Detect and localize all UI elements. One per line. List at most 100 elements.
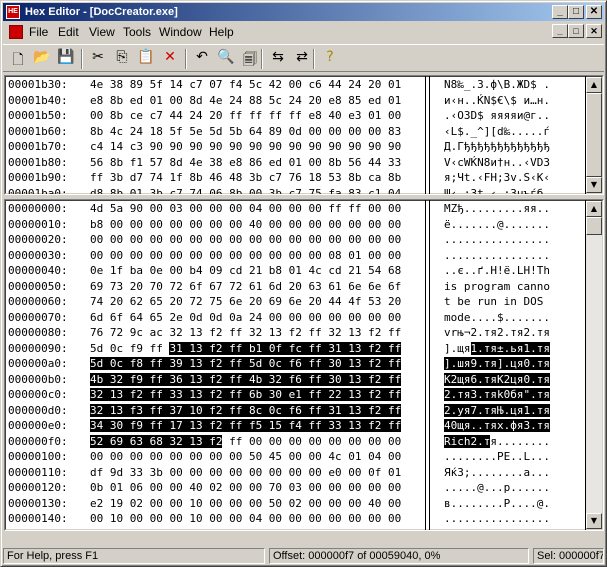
row-hex-bytes[interactable]: 00 10 00 00 00 10 00 00 04 00 00 00 00 0… (90, 511, 401, 527)
row-hex-bytes[interactable]: 69 73 20 70 72 6f 67 72 61 6d 20 63 61 6… (90, 279, 401, 295)
row-ascii[interactable]: .....@...p...... (444, 480, 550, 496)
row-offset: 00000010: (8, 217, 68, 231)
row-ascii[interactable]: Ш‹.;Зt.‹.;Зuъѓб. (444, 186, 550, 195)
document-icon[interactable] (9, 25, 23, 39)
status-offset: Offset: 000000f7 of 00059040, 0% (269, 548, 529, 564)
bottom-pane-scrollbar[interactable]: ▲ ▼ (586, 201, 602, 529)
row-hex-bytes[interactable]: 04 00 00 00 00 00 00 00 00 c0 05 00 00 1… (90, 527, 401, 531)
row-hex-bytes[interactable]: 4b 32 f9 ff 36 13 f2 ff 4b 32 f6 ff 30 1… (90, 372, 402, 388)
menu-help[interactable]: Help (209, 25, 234, 39)
row-ascii[interactable]: ].щя1.тя±.ья1.тя (444, 341, 550, 357)
row-hex-bytes[interactable]: 34 30 f9 ff 17 13 f2 ff f5 15 f4 ff 33 1… (90, 418, 402, 434)
scroll-down-button[interactable]: ▼ (586, 177, 602, 193)
row-ascii[interactable]: Яќ3;........а... (444, 465, 550, 481)
hex-view-top-pane[interactable]: 00001b30: 4e 38 89 5f 14 c7 07 f4 5c 42 0… (4, 75, 604, 195)
row-ascii[interactable]: .........А...... (444, 527, 550, 531)
row-hex-bytes[interactable]: 56 8b f1 57 8d 4e 38 e8 86 ed 01 00 8b 5… (90, 155, 401, 171)
new-icon[interactable]: 🗋 (7, 49, 29, 69)
row-ascii[interactable]: mode....$....... (444, 310, 550, 326)
row-hex-bytes[interactable]: 5d 0c f8 ff 39 13 f2 ff 5d 0c f6 ff 30 1… (90, 356, 402, 372)
title-bar[interactable]: HE Hex Editor - [DocCreator.exe] _ □ ✕ (3, 3, 604, 21)
delete-icon[interactable]: ✕ (159, 49, 181, 69)
row-ascii[interactable]: ё.......@....... (444, 217, 550, 233)
row-hex-bytes[interactable]: c4 14 c3 90 90 90 90 90 90 90 90 90 90 9… (90, 139, 401, 155)
row-hex-bytes[interactable]: e8 8b ed 01 00 8d 4e 24 88 5c 24 20 e8 8… (90, 93, 401, 109)
menu-tools[interactable]: Tools (123, 25, 151, 39)
row-hex-bytes[interactable]: ff 3b d7 74 1f 8b 46 48 3b c7 76 18 53 8… (90, 170, 401, 186)
row-ascii[interactable]: ................ (444, 511, 550, 527)
row-ascii[interactable]: Rich2.тя........ (444, 434, 550, 450)
export-icon[interactable]: ⇆ (267, 49, 289, 69)
row-hex-bytes[interactable]: b8 00 00 00 00 00 00 00 40 00 00 00 00 0… (90, 217, 401, 233)
hex-view-bottom-pane[interactable]: 00000000: 4d 5a 90 00 03 00 00 00 04 00 0… (4, 199, 604, 531)
row-hex-bytes[interactable]: 00 8b ce c7 44 24 20 ff ff ff ff e8 40 e… (90, 108, 401, 124)
row-hex-bytes[interactable]: 76 72 9c ac 32 13 f2 ff 32 13 f2 ff 32 1… (90, 325, 401, 341)
mdi-minimize-button[interactable]: _ (552, 24, 568, 38)
scroll-up-button[interactable]: ▲ (586, 77, 602, 93)
row-ascii[interactable]: MZђ.........яя.. (444, 201, 550, 217)
paste-icon[interactable]: 📋 (135, 49, 157, 69)
row-hex-bytes[interactable]: 52 69 63 68 32 13 f2 ff 00 00 00 00 00 0… (90, 434, 401, 450)
close-button[interactable]: ✕ (586, 5, 602, 19)
row-hex-bytes[interactable]: 00 00 00 00 00 00 00 00 00 00 00 00 00 0… (90, 232, 401, 248)
row-hex-bytes[interactable]: 74 20 62 65 20 72 75 6e 20 69 6e 20 44 4… (90, 294, 401, 310)
row-hex-bytes[interactable]: 0e 1f ba 0e 00 b4 09 cd 21 b8 01 4c cd 2… (90, 263, 401, 279)
row-ascii[interactable]: t be run in DOS (444, 294, 550, 310)
top-pane-scrollbar[interactable]: ▲ ▼ (586, 77, 602, 193)
row-hex-bytes[interactable]: 00 00 00 00 00 00 00 00 50 45 00 00 4c 0… (90, 449, 401, 465)
row-hex-bytes[interactable]: 8b 4c 24 18 5f 5e 5d 5b 64 89 0d 00 00 0… (90, 124, 401, 140)
menu-file[interactable]: File (29, 25, 48, 39)
row-hex-bytes[interactable]: 00 00 00 00 00 00 00 00 00 00 00 00 08 0… (90, 248, 401, 264)
row-hex-bytes[interactable]: 32 13 f2 ff 33 13 f2 ff 6b 30 e1 ff 22 1… (90, 387, 402, 403)
maximize-button[interactable]: □ (568, 5, 584, 19)
row-hex-bytes[interactable]: 4d 5a 90 00 03 00 00 00 04 00 00 00 ff f… (90, 201, 401, 217)
row-ascii[interactable]: и‹н..ЌN$€\$ и…н. (444, 93, 550, 109)
row-hex-bytes[interactable]: df 9d 33 3b 00 00 00 00 00 00 00 00 e0 0… (90, 465, 401, 481)
row-ascii[interactable]: ........PE..L... (444, 449, 550, 465)
row-ascii[interactable]: V‹сWЌN8и†н..‹VD3 (444, 155, 550, 171)
row-ascii[interactable]: N8‰_.З.ф\B.ЖD$ . (444, 77, 550, 93)
row-ascii[interactable]: в........P....@. (444, 496, 550, 512)
row-ascii[interactable]: ..є..ґ.Н!ё.LН!Th (444, 263, 550, 279)
scroll-thumb[interactable] (586, 217, 602, 235)
copy-icon[interactable]: ⎘ (111, 49, 133, 69)
row-hex-bytes[interactable]: 32 13 f3 ff 37 10 f2 ff 8c 0c f6 ff 31 1… (90, 403, 402, 419)
row-ascii[interactable]: 2.тя3.тяk0бя".тя (444, 387, 550, 403)
row-hex-bytes[interactable]: 4e 38 89 5f 14 c7 07 f4 5c 42 00 c6 44 2… (90, 77, 401, 93)
minimize-button[interactable]: _ (552, 5, 568, 19)
row-ascii[interactable]: vrњ¬2.тя2.тя2.тя (444, 325, 550, 341)
find-icon[interactable]: 🔍 (215, 49, 237, 69)
undo-icon[interactable]: ↶ (191, 49, 213, 69)
open-icon[interactable]: 📂 (31, 49, 53, 69)
row-ascii[interactable]: is program canno (444, 279, 550, 295)
row-ascii[interactable]: ................ (444, 248, 550, 264)
scroll-up-button[interactable]: ▲ (586, 201, 602, 217)
row-ascii[interactable]: ‹L$._^][d‰.....ѓ (444, 124, 550, 140)
row-ascii[interactable]: 2.уя7.тяЊ.ця1.тя (444, 403, 550, 419)
row-hex-bytes[interactable]: 0b 01 06 00 00 40 02 00 00 70 03 00 00 0… (90, 480, 401, 496)
save-icon[interactable]: 💾 (55, 49, 77, 69)
row-ascii[interactable]: я;Чt.‹FH;Зv.S‹К‹ (444, 170, 550, 186)
scroll-thumb[interactable] (586, 93, 602, 177)
import-icon[interactable]: ⇄ (291, 49, 313, 69)
row-hex-bytes[interactable]: 5d 0c f9 ff 31 13 f2 ff b1 0f fc ff 31 1… (90, 341, 402, 357)
row-ascii[interactable]: ].шя9.тя].ця0.тя (444, 356, 550, 372)
row-hex-bytes[interactable]: 6d 6f 64 65 2e 0d 0d 0a 24 00 00 00 00 0… (90, 310, 401, 326)
replace-icon[interactable]: 🗐 (239, 49, 261, 69)
row-ascii[interactable]: 40щя..тях.фя3.тя (444, 418, 550, 434)
mdi-restore-button[interactable]: □ (568, 24, 584, 38)
scroll-down-button[interactable]: ▼ (586, 513, 602, 529)
row-ascii[interactable]: ................ (444, 232, 550, 248)
row-ascii[interactable]: K2щя6.тяK2ця0.тя (444, 372, 550, 388)
menu-window[interactable]: Window (159, 25, 202, 39)
mdi-close-button[interactable]: ✕ (586, 24, 602, 38)
row-ascii[interactable]: .‹ОЗD$ яяяяи@г.. (444, 108, 550, 124)
row-offset: 00000150: (8, 527, 68, 531)
menu-edit[interactable]: Edit (58, 25, 79, 39)
cut-icon[interactable]: ✂ (87, 49, 109, 69)
menu-view[interactable]: View (89, 25, 115, 39)
row-hex-bytes[interactable]: d8 8b 01 3b c7 74 06 8b 00 3b c7 75 fa 8… (90, 186, 401, 195)
row-ascii[interactable]: Д.Гђђђђђђђђђђђђђ (444, 139, 550, 155)
help-icon[interactable]: ? (319, 49, 341, 69)
row-hex-bytes[interactable]: e2 19 02 00 00 10 00 00 00 50 02 00 00 0… (90, 496, 401, 512)
